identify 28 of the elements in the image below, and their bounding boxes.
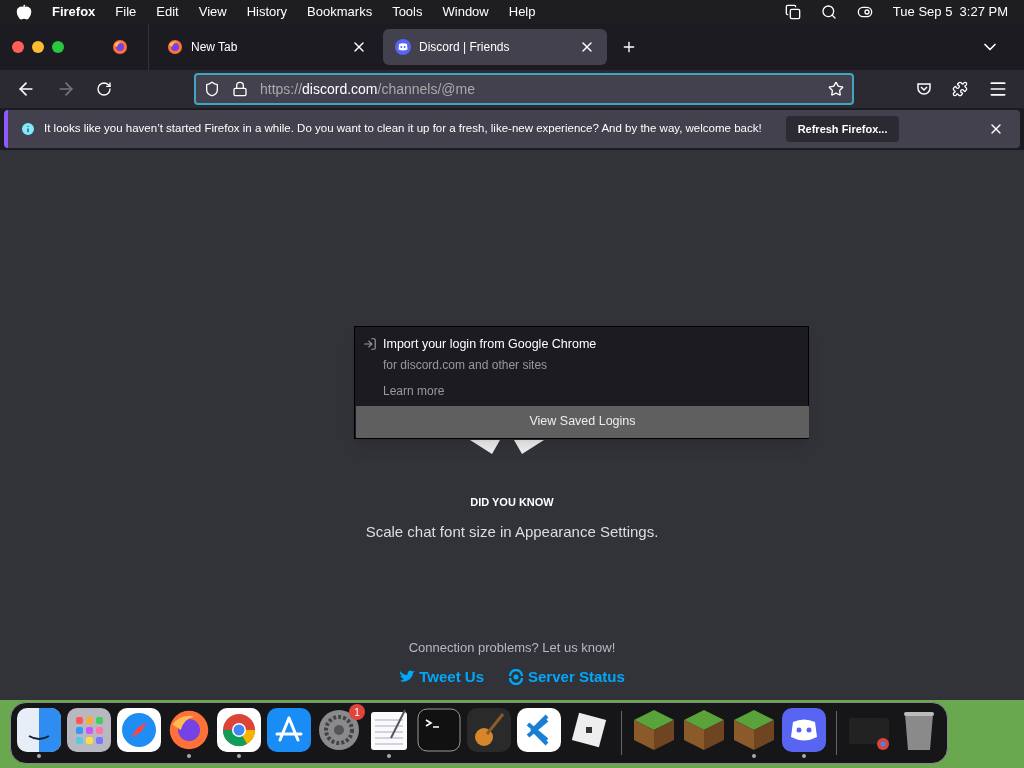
menu-item[interactable]: View [198,2,227,22]
menu-item[interactable]: Help [508,2,536,22]
connection-text: Connection problems? Let us know! [408,639,616,657]
url-text: https://discord.com/channels/@me [260,80,476,99]
browser-tab[interactable]: Discord | Friends [383,29,607,65]
refresh-firefox-button[interactable]: Refresh Firefox... [785,115,900,143]
menu-item[interactable]: Bookmarks [307,2,373,22]
menu-item[interactable]: Window [442,2,489,22]
address-bar[interactable]: https://discord.com/channels/@me [194,73,854,105]
popup-title: Import your login from Google Chrome [383,336,597,353]
notification-message: It looks like you haven’t started Firefox in a while. Do you want to clean it up for a fresh, like-new experience? And by the way, welcome back! [44,121,762,137]
tip-heading: DID YOU KNOW [470,495,554,510]
tip-text: Scale chat font size in Appearance Settings. [365,521,659,542]
view-saved-logins-button[interactable]: View Saved Logins [356,405,809,438]
browser-tab[interactable]: New Tab [155,29,379,65]
menu-item[interactable]: History [246,2,288,22]
menu-item[interactable]: Tools [392,2,423,22]
popup-subtitle: for discord.com and other sites [383,356,549,374]
menu-item[interactable]: Edit [156,2,179,22]
menu-item[interactable]: File [115,2,137,22]
connection-link[interactable]: Tweet Us [399,665,484,688]
learn-more-link[interactable]: Learn more [383,381,597,400]
menu-clock[interactable]: Tue Sep 5 3:27 PM [892,2,1008,22]
connection-link[interactable]: Server Status [508,665,625,688]
tab-title: Discord | Friends [419,39,511,55]
tab-title: New Tab [191,39,239,55]
notification-badge: 1 [349,704,365,720]
app-menu[interactable]: Firefox [52,2,96,22]
